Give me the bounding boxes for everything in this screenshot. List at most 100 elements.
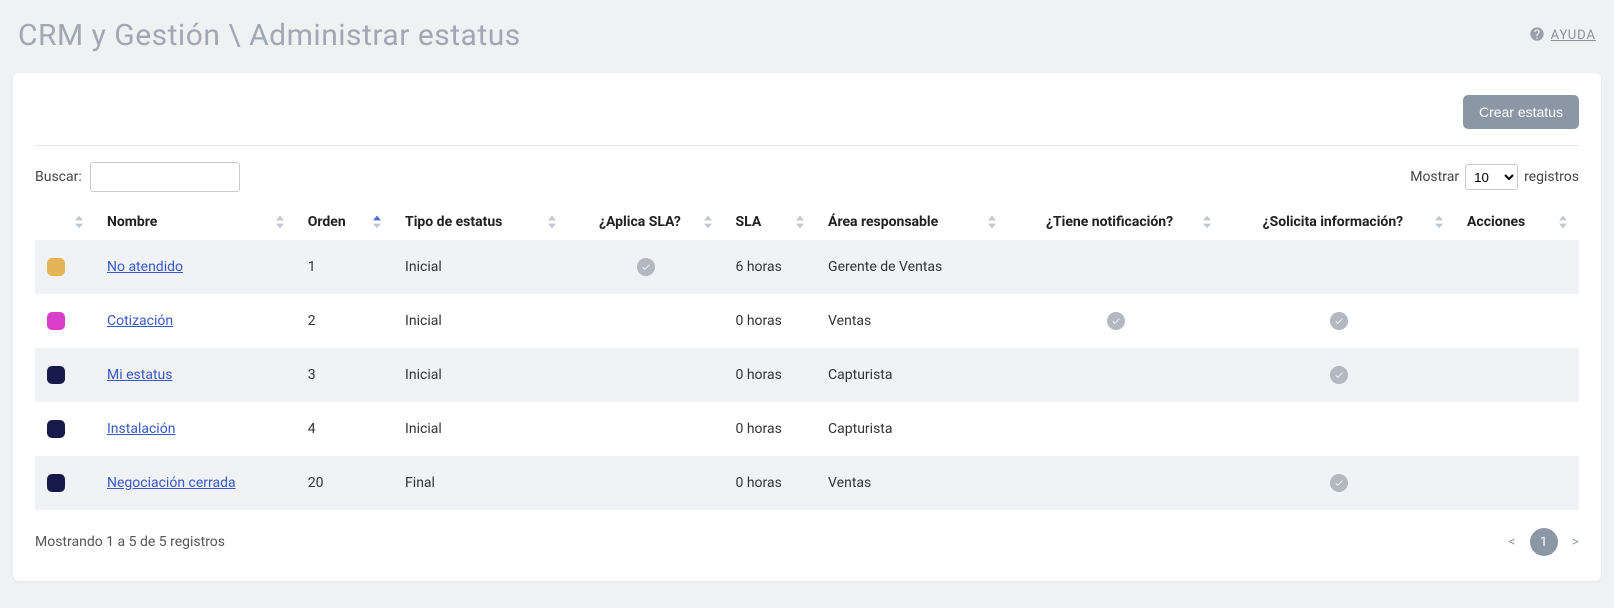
col-orden[interactable]: Orden: [296, 204, 393, 240]
col-sla-label: SLA: [736, 214, 762, 230]
solicita-cell: [1223, 240, 1455, 294]
sla-cell: 6 horas: [724, 240, 817, 294]
notif-cell: [1008, 348, 1222, 402]
status-name-link[interactable]: Negociación cerrada: [107, 475, 236, 491]
type-cell: Inicial: [393, 240, 568, 294]
create-status-button[interactable]: Crear estatus: [1463, 95, 1579, 129]
sort-icon: [704, 214, 712, 230]
col-color[interactable]: [35, 204, 95, 240]
sort-icon: [276, 214, 284, 230]
col-tipo-label: Tipo de estatus: [405, 214, 502, 230]
check-icon: [637, 258, 655, 276]
status-name-link[interactable]: Cotización: [107, 313, 173, 329]
sort-icon: [796, 214, 804, 230]
notif-cell: [1008, 240, 1222, 294]
type-cell: Inicial: [393, 402, 568, 456]
notif-cell: [1008, 294, 1222, 348]
sort-icon: [373, 214, 381, 230]
sla-cell: 0 horas: [724, 402, 817, 456]
sla-cell: 0 horas: [724, 348, 817, 402]
order-cell: 1: [296, 240, 393, 294]
status-table: Nombre Orden Tipo de estatus: [35, 204, 1579, 510]
order-cell: 4: [296, 402, 393, 456]
aplica-sla-cell: [568, 348, 723, 402]
col-solicita[interactable]: ¿Solicita información?: [1223, 204, 1455, 240]
col-sla[interactable]: SLA: [724, 204, 817, 240]
area-cell: Ventas: [816, 456, 1008, 510]
col-acciones-label: Acciones: [1467, 214, 1525, 230]
main-panel: Crear estatus Buscar: Mostrar 102550100 …: [13, 73, 1601, 581]
sort-icon: [1559, 214, 1567, 230]
notif-cell: [1008, 456, 1222, 510]
table-row: Instalación 4Inicial 0 horasCapturista: [35, 402, 1579, 456]
color-swatch: [47, 366, 65, 384]
help-icon: [1529, 26, 1545, 46]
sort-icon: [1435, 214, 1443, 230]
col-notif[interactable]: ¿Tiene notificación?: [1008, 204, 1222, 240]
aplica-sla-cell: [568, 294, 723, 348]
check-icon: [1330, 474, 1348, 492]
order-cell: 3: [296, 348, 393, 402]
aplica-sla-cell: [568, 402, 723, 456]
actions-cell: [1455, 240, 1579, 294]
check-icon: [1330, 366, 1348, 384]
sort-icon: [988, 214, 996, 230]
breadcrumb: CRM y Gestión \ Administrar estatus: [18, 18, 521, 53]
aplica-sla-cell: [568, 456, 723, 510]
status-name-link[interactable]: Instalación: [107, 421, 175, 437]
type-cell: Inicial: [393, 294, 568, 348]
area-cell: Gerente de Ventas: [816, 240, 1008, 294]
length-prefix: Mostrar: [1410, 169, 1459, 185]
type-cell: Inicial: [393, 348, 568, 402]
actions-cell: [1455, 348, 1579, 402]
color-swatch: [47, 474, 65, 492]
status-name-link[interactable]: Mi estatus: [107, 367, 172, 383]
area-cell: Ventas: [816, 294, 1008, 348]
solicita-cell: [1223, 348, 1455, 402]
col-notif-label: ¿Tiene notificación?: [1046, 214, 1173, 230]
sla-cell: 0 horas: [724, 456, 817, 510]
color-swatch: [47, 312, 65, 330]
status-name-link[interactable]: No atendido: [107, 259, 183, 275]
check-icon: [1107, 312, 1125, 330]
table-row: No atendido 1Inicial 6 horasGerente de Ven…: [35, 240, 1579, 294]
sort-icon: [548, 214, 556, 230]
length-select[interactable]: 102550100: [1465, 164, 1518, 190]
help-link[interactable]: AYUDA: [1529, 26, 1596, 46]
color-swatch: [47, 420, 65, 438]
table-row: Negociación cerrada 20Final 0 horasVentas: [35, 456, 1579, 510]
color-swatch: [47, 258, 65, 276]
sla-cell: 0 horas: [724, 294, 817, 348]
col-area[interactable]: Área responsable: [816, 204, 1008, 240]
actions-cell: [1455, 402, 1579, 456]
col-nombre-label: Nombre: [107, 214, 157, 230]
sort-icon: [75, 214, 83, 230]
search-input[interactable]: [90, 162, 240, 192]
area-cell: Capturista: [816, 402, 1008, 456]
sort-icon: [1203, 214, 1211, 230]
col-tipo[interactable]: Tipo de estatus: [393, 204, 568, 240]
aplica-sla-cell: [568, 240, 723, 294]
col-area-label: Área responsable: [828, 214, 938, 230]
type-cell: Final: [393, 456, 568, 510]
table-row: Cotización 2Inicial 0 horasVentas: [35, 294, 1579, 348]
pager-current[interactable]: 1: [1530, 528, 1558, 556]
pager-prev[interactable]: <: [1509, 534, 1516, 550]
length-suffix: registros: [1524, 169, 1579, 185]
col-acciones[interactable]: Acciones: [1455, 204, 1579, 240]
actions-cell: [1455, 456, 1579, 510]
col-aplica-sla[interactable]: ¿Aplica SLA?: [568, 204, 723, 240]
check-icon: [1330, 312, 1348, 330]
solicita-cell: [1223, 294, 1455, 348]
order-cell: 20: [296, 456, 393, 510]
order-cell: 2: [296, 294, 393, 348]
solicita-cell: [1223, 456, 1455, 510]
table-info: Mostrando 1 a 5 de 5 registros: [35, 534, 225, 550]
area-cell: Capturista: [816, 348, 1008, 402]
pager: < 1 >: [1509, 528, 1579, 556]
search-label: Buscar:: [35, 169, 82, 185]
notif-cell: [1008, 402, 1222, 456]
actions-cell: [1455, 294, 1579, 348]
col-nombre[interactable]: Nombre: [95, 204, 296, 240]
pager-next[interactable]: >: [1572, 534, 1579, 550]
